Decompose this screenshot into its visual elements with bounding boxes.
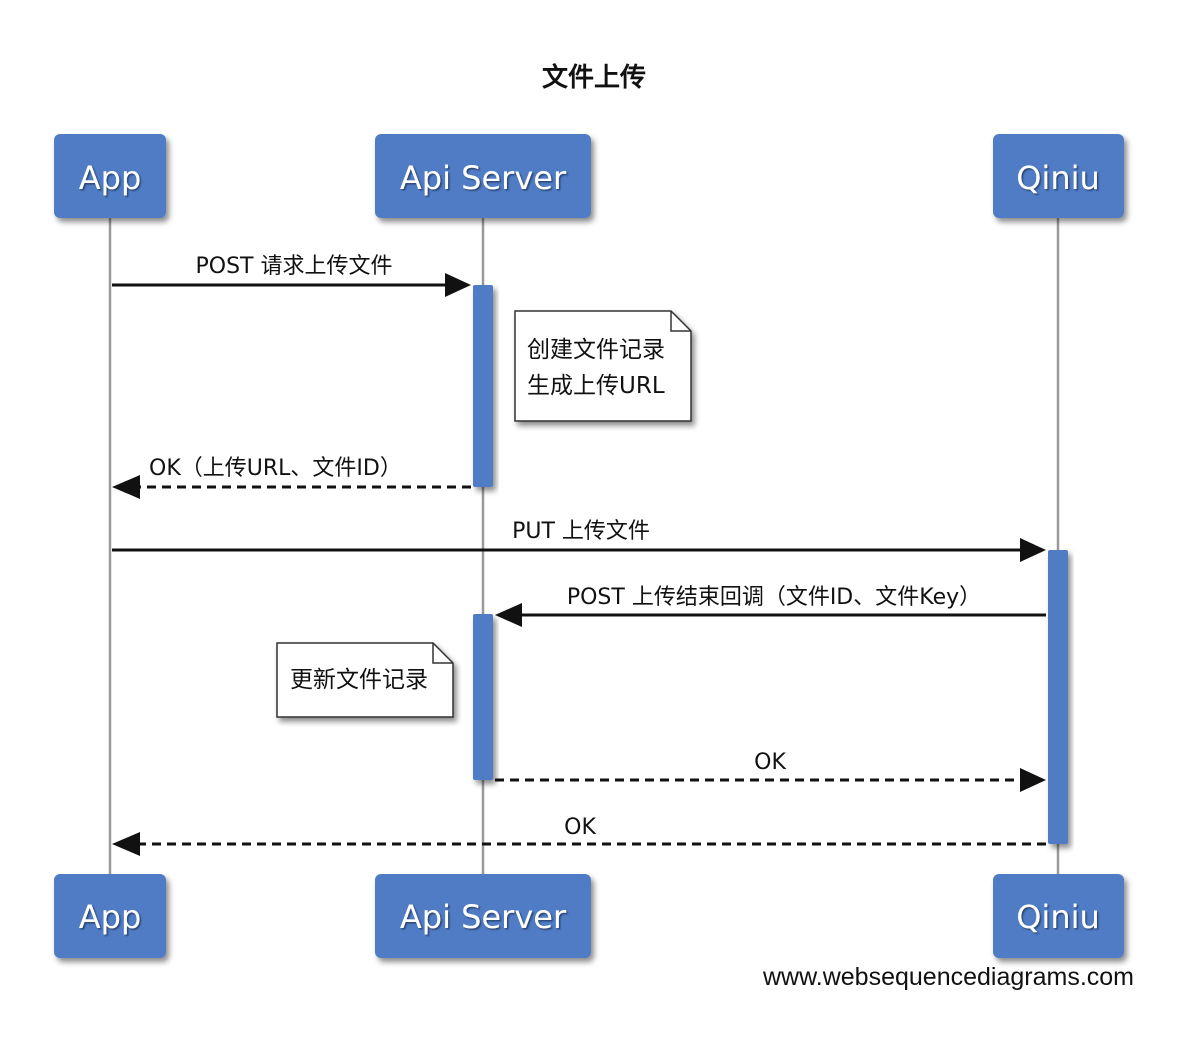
actor-label: App <box>79 898 142 936</box>
note-line: 创建文件记录 <box>527 337 665 363</box>
actor-label: Api Server <box>400 159 567 197</box>
actor-label: Api Server <box>400 898 567 936</box>
activation-api-server-1 <box>473 285 493 487</box>
activation-api-server-2 <box>473 614 493 780</box>
watermark-text: www.websequencediagrams.com <box>762 963 1134 991</box>
message-label: OK <box>754 750 786 775</box>
note-update-record: 更新文件记录 <box>276 642 454 718</box>
message-label: OK（上传URL、文件ID） <box>149 456 402 481</box>
note-create-record: 创建文件记录 生成上传URL <box>514 310 692 422</box>
message-label: POST 上传结束回调（文件ID、文件Key） <box>567 585 981 610</box>
message-label: OK <box>564 815 596 840</box>
message-upload-callback: POST 上传结束回调（文件ID、文件Key） <box>495 585 1046 627</box>
actor-app-bottom: App <box>54 874 166 958</box>
actor-label: Qiniu <box>1016 159 1100 197</box>
activation-qiniu <box>1048 550 1068 844</box>
message-label: POST 请求上传文件 <box>196 254 393 279</box>
actor-label: App <box>79 159 142 197</box>
actor-qiniu-top: Qiniu <box>993 134 1124 218</box>
actor-qiniu-bottom: Qiniu <box>993 874 1124 958</box>
message-put-upload: PUT 上传文件 <box>112 519 1046 562</box>
message-ok-final: OK <box>112 815 1046 856</box>
actor-api-server-top: Api Server <box>375 134 591 218</box>
message-ok-callback: OK <box>495 750 1046 792</box>
note-line: 更新文件记录 <box>290 667 428 693</box>
actor-app-top: App <box>54 134 166 218</box>
actor-api-server-bottom: Api Server <box>375 874 591 958</box>
sequence-diagram: 文件上传 App Api Server Qiniu POST 请求上传文件 创建… <box>54 62 1134 991</box>
diagram-title: 文件上传 <box>542 62 646 93</box>
actor-label: Qiniu <box>1016 898 1100 936</box>
message-label: PUT 上传文件 <box>512 519 650 544</box>
note-line: 生成上传URL <box>527 373 665 399</box>
message-post-request-upload: POST 请求上传文件 <box>112 254 471 297</box>
message-ok-upload-url: OK（上传URL、文件ID） <box>112 456 471 499</box>
